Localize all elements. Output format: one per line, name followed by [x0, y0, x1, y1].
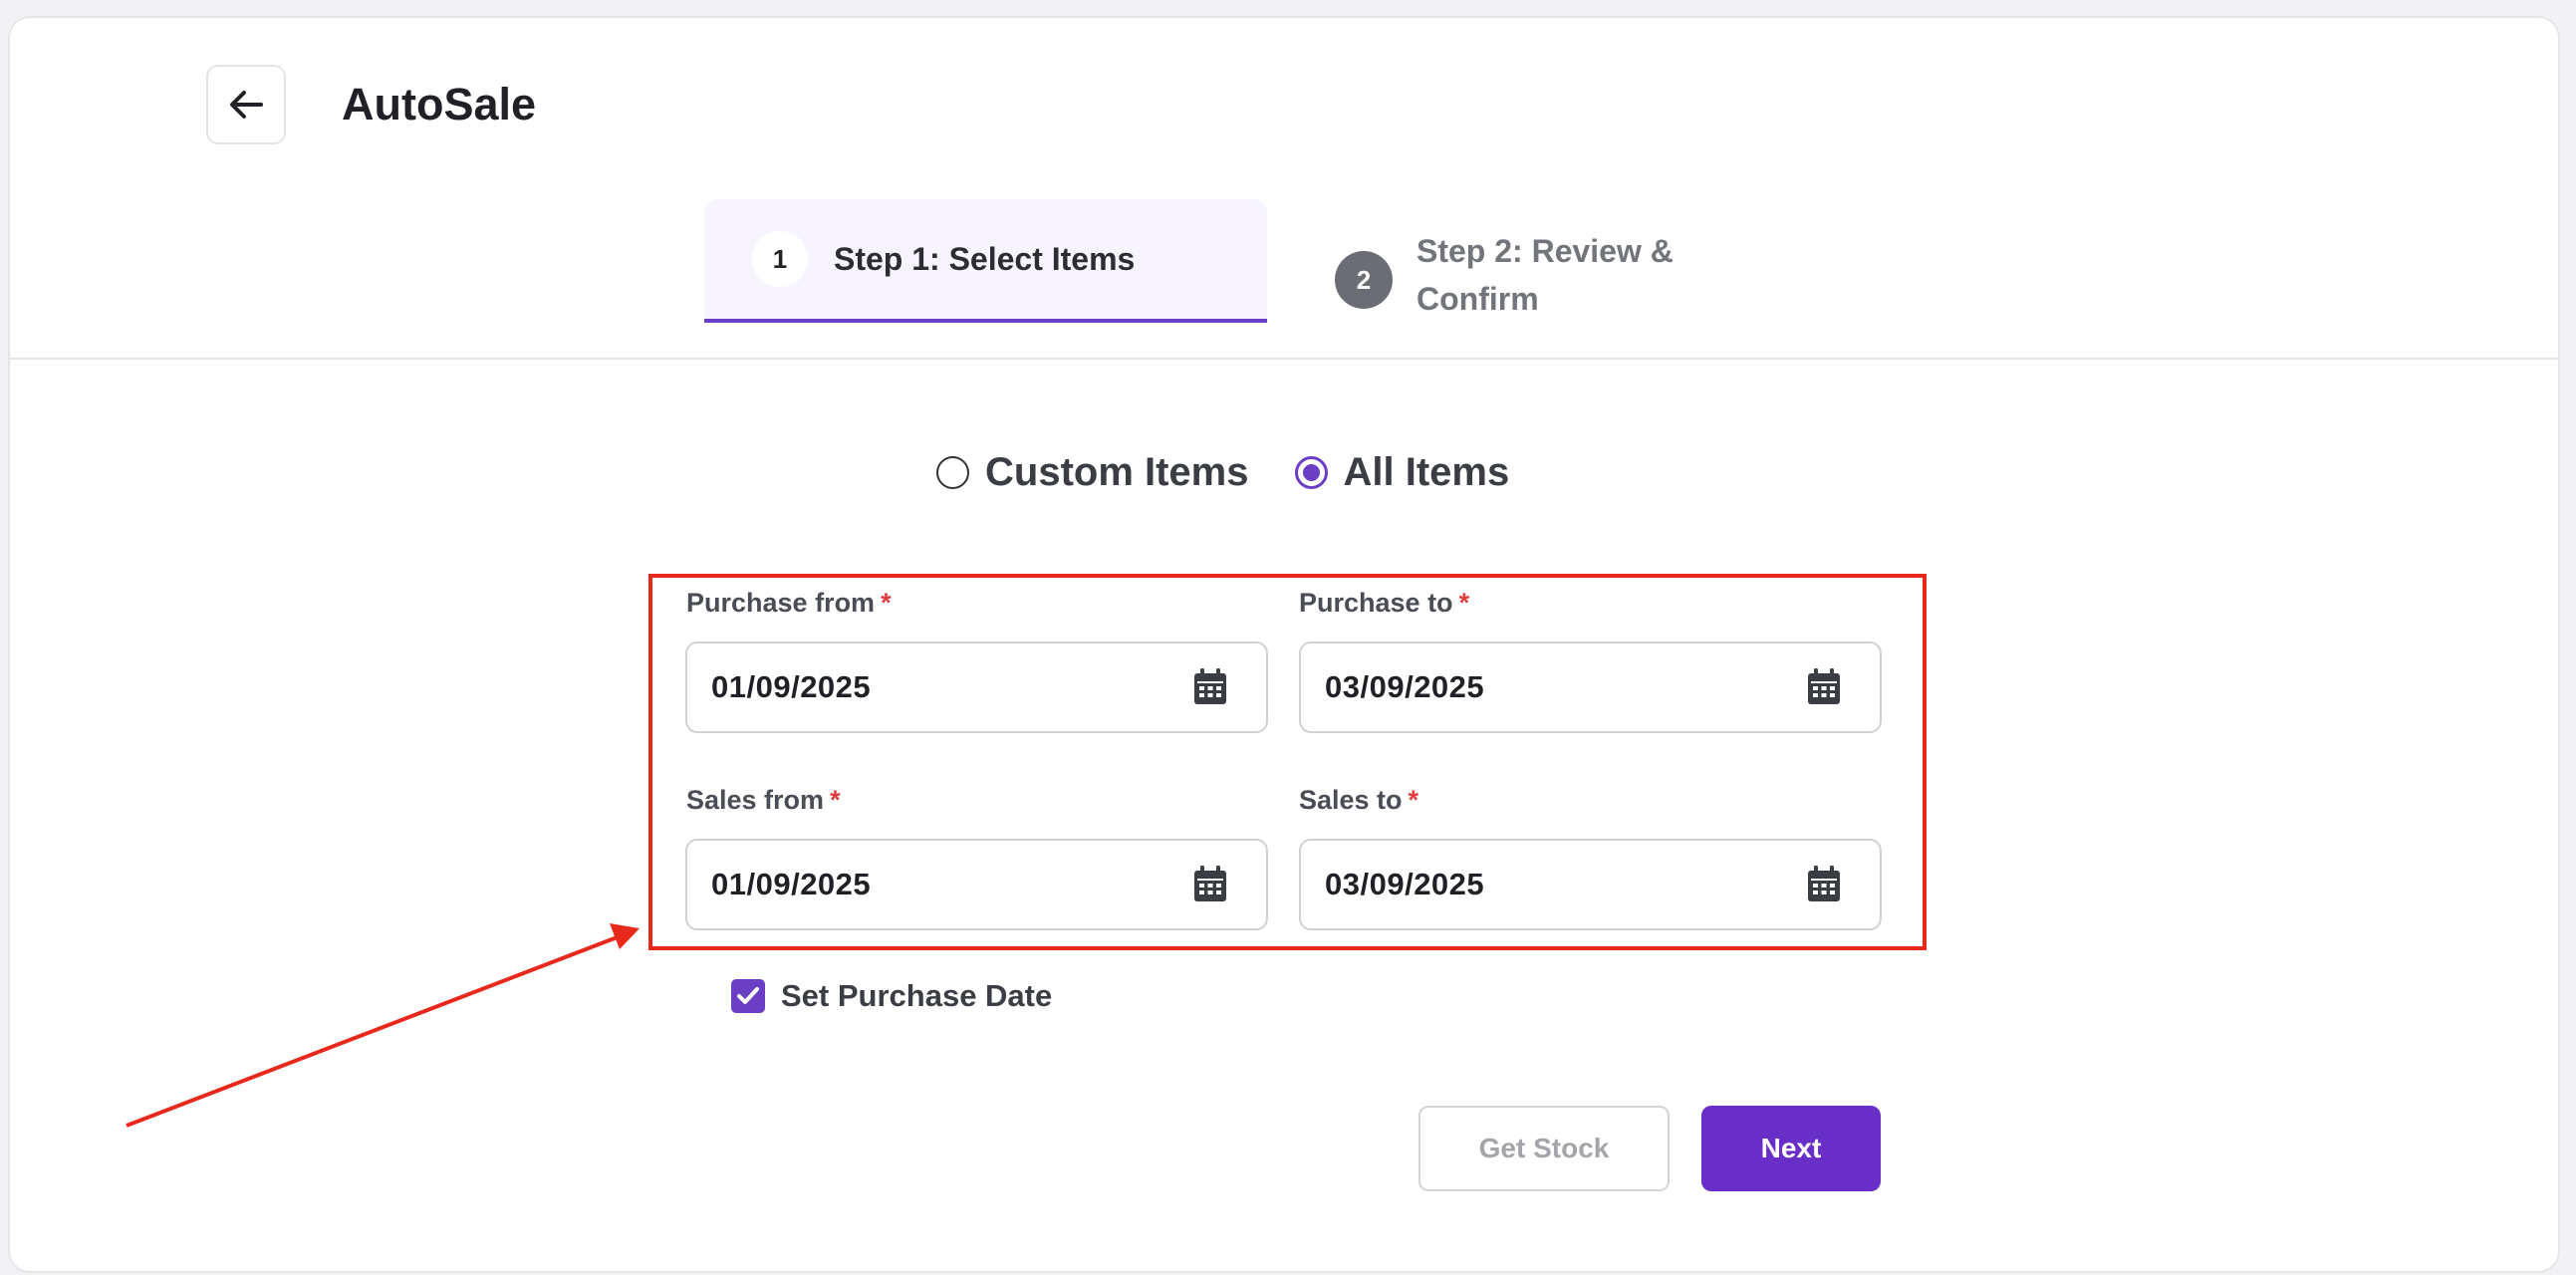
page-title: AutoSale: [342, 79, 537, 129]
sales-to-value: 03/09/2025: [1325, 867, 1485, 901]
tab-step-2[interactable]: 2 Step 2: Review & Confirm: [1335, 227, 1753, 327]
purchase-to-label: Purchase to *: [1299, 588, 1470, 618]
sales-from-value: 01/09/2025: [711, 867, 872, 901]
header-divider: [8, 358, 2560, 360]
get-stock-button[interactable]: Get Stock: [1418, 1106, 1670, 1191]
purchase-to-value: 03/09/2025: [1325, 669, 1485, 704]
purchase-to-input[interactable]: 03/09/2025: [1299, 641, 1882, 733]
sales-to-label: Sales to *: [1299, 785, 1419, 815]
set-purchase-date-checkbox[interactable]: Set Purchase Date: [731, 978, 1052, 1014]
arrow-left-icon: [230, 91, 263, 119]
checkbox-checked-icon[interactable]: [731, 979, 765, 1013]
purchase-from-label: Purchase from *: [686, 588, 892, 618]
all-items-radio[interactable]: All Items: [1294, 449, 1510, 495]
calendar-icon[interactable]: [1192, 668, 1228, 706]
step-2-label: Step 2: Review & Confirm: [1417, 233, 1674, 317]
step-1-label: Step 1: Select Items: [834, 240, 1136, 277]
sales-from-label: Sales from *: [686, 785, 841, 815]
purchase-from-input[interactable]: 01/09/2025: [685, 641, 1268, 733]
step-1-number: 1: [752, 231, 808, 287]
all-items-label: All Items: [1343, 449, 1510, 494]
purchase-from-value: 01/09/2025: [711, 669, 872, 704]
custom-items-label: Custom Items: [985, 449, 1249, 494]
radio-unchecked-icon[interactable]: [936, 455, 969, 489]
sales-from-input[interactable]: 01/09/2025: [685, 839, 1268, 930]
radio-checked-icon[interactable]: [1294, 455, 1328, 489]
calendar-icon[interactable]: [1806, 866, 1842, 903]
sales-to-input[interactable]: 03/09/2025: [1299, 839, 1882, 930]
next-button[interactable]: Next: [1701, 1106, 1881, 1191]
calendar-icon[interactable]: [1192, 866, 1228, 903]
item-mode-radio-group: Custom Items All Items: [936, 442, 1555, 502]
back-button[interactable]: [206, 65, 286, 144]
set-purchase-date-label: Set Purchase Date: [781, 978, 1053, 1013]
calendar-icon[interactable]: [1806, 668, 1842, 706]
step-2-number: 2: [1335, 251, 1393, 309]
custom-items-radio[interactable]: Custom Items: [936, 450, 1249, 495]
tab-step-1[interactable]: 1 Step 1: Select Items: [704, 199, 1267, 323]
